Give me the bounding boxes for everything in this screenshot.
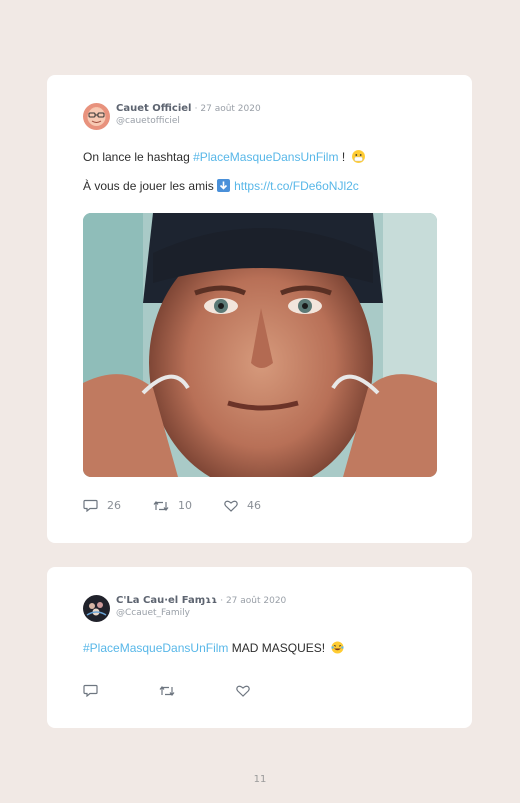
page-number: 11 — [253, 774, 267, 785]
retweet-button[interactable]: 10 — [153, 499, 192, 512]
like-count: 46 — [247, 499, 261, 512]
tweet-media-image[interactable] — [83, 213, 437, 477]
tweet-header: Cauet Officiel · 27 août 2020 @cauetoffi… — [83, 103, 261, 130]
tweet-text: On lance le hashtag — [83, 150, 194, 164]
author-handle[interactable]: @Ccauet_Family — [116, 607, 286, 619]
tweet-date[interactable]: · 27 août 2020 — [220, 596, 286, 606]
reply-count: 26 — [107, 499, 121, 512]
tweet-text-line-2: À vous de jouer les amis https://t.co/FD… — [83, 179, 359, 193]
tweet-link[interactable]: https://t.co/FDe6oNJl2c — [234, 179, 359, 193]
tweet-text-line-1: On lance le hashtag #PlaceMasqueDansUnFi… — [83, 150, 365, 164]
hashtag-link[interactable]: #PlaceMasqueDansUnFilm — [83, 641, 228, 655]
mask-emoji — [351, 150, 365, 163]
laughing-emoji — [331, 641, 345, 654]
reply-button[interactable] — [83, 684, 107, 697]
like-button[interactable] — [236, 685, 259, 697]
reply-button[interactable]: 26 — [83, 499, 121, 512]
avatar-face-icon — [87, 108, 106, 126]
author-handle[interactable]: @cauetofficiel — [116, 115, 261, 127]
down-arrow-emoji — [217, 179, 231, 192]
retweet-count: 10 — [178, 499, 192, 512]
avatar[interactable] — [83, 103, 110, 130]
like-icon — [224, 500, 238, 512]
avatar-group-icon — [83, 595, 110, 622]
like-button[interactable]: 46 — [224, 499, 261, 512]
tweet-date[interactable]: · 27 août 2020 — [195, 104, 261, 114]
retweet-icon — [159, 685, 175, 696]
portrait-image — [83, 213, 437, 477]
retweet-icon — [153, 500, 169, 511]
tweet-text: ! — [338, 150, 346, 164]
author-name[interactable]: C'La Cau·el Faɱɿɿ — [116, 595, 217, 606]
retweet-button[interactable] — [159, 685, 184, 697]
hashtag-link[interactable]: #PlaceMasqueDansUnFilm — [193, 150, 338, 164]
tweet-header: C'La Cau·el Faɱɿɿ · 27 août 2020 @Ccauet… — [83, 595, 286, 622]
like-icon — [236, 685, 250, 697]
tweet-actions — [83, 684, 291, 697]
tweet-text: MAD MASQUES! — [228, 641, 326, 655]
tweet-card-2: C'La Cau·el Faɱɿɿ · 27 août 2020 @Ccauet… — [47, 567, 472, 728]
author-name[interactable]: Cauet Officiel — [116, 103, 191, 114]
avatar[interactable] — [83, 595, 110, 622]
reply-icon — [83, 684, 98, 697]
tweet-text-line-1: #PlaceMasqueDansUnFilm MAD MASQUES! — [83, 641, 345, 655]
tweet-text: À vous de jouer les amis — [83, 179, 218, 193]
tweet-actions: 26 10 46 — [83, 499, 293, 512]
tweet-card-1: Cauet Officiel · 27 août 2020 @cauetoffi… — [47, 75, 472, 543]
reply-icon — [83, 499, 98, 512]
